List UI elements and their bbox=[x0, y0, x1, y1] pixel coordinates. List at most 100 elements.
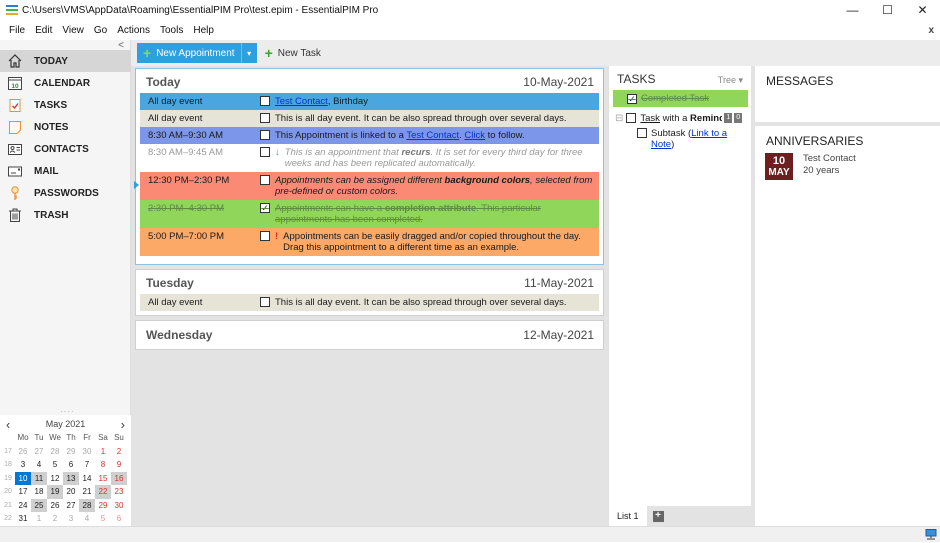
sidebar-item-passwords[interactable]: PASSWORDS bbox=[0, 182, 131, 204]
calendar-day[interactable]: 14 bbox=[79, 472, 95, 486]
calendar-day[interactable]: 2 bbox=[47, 512, 63, 526]
network-sync-icon[interactable] bbox=[925, 529, 937, 540]
menu-help[interactable]: Help bbox=[188, 25, 219, 36]
task-item-completed[interactable]: ✓ Completed Task bbox=[613, 90, 748, 107]
sidebar-item-notes[interactable]: NOTES bbox=[0, 116, 131, 138]
event-row[interactable]: 12:30 PM–2:30 PM Appointments can be ass… bbox=[140, 172, 599, 200]
menu-tools[interactable]: Tools bbox=[155, 25, 188, 36]
new-appointment-button[interactable]: + New Appointment ▾ bbox=[137, 43, 257, 63]
calendar-day[interactable]: 25 bbox=[31, 498, 47, 512]
sidebar-item-calendar[interactable]: 10 CALENDAR bbox=[0, 72, 131, 94]
event-checkbox-checked[interactable]: ✓ bbox=[260, 203, 270, 213]
calendar-day[interactable]: 17 bbox=[15, 485, 31, 499]
calendar-day[interactable]: 26 bbox=[15, 445, 31, 459]
calendar-day[interactable]: 5 bbox=[47, 458, 63, 472]
menu-view[interactable]: View bbox=[57, 25, 89, 36]
calendar-day[interactable]: 11 bbox=[31, 471, 47, 485]
calendar-day[interactable]: 4 bbox=[31, 458, 47, 472]
subtask-item[interactable]: Subtask (Link to a Note) bbox=[609, 128, 751, 150]
sidebar-item-tasks[interactable]: TASKS bbox=[0, 94, 131, 116]
calendar-day[interactable]: 3 bbox=[63, 512, 79, 526]
calendar-day[interactable]: 28 bbox=[47, 445, 63, 459]
calendar-day[interactable]: 31 bbox=[15, 512, 31, 526]
calendar-day[interactable]: 28 bbox=[79, 498, 95, 512]
calendar-day[interactable]: 4 bbox=[79, 512, 95, 526]
calendar-day[interactable]: 6 bbox=[63, 458, 79, 472]
event-checkbox[interactable] bbox=[260, 175, 270, 185]
calendar-day[interactable]: 23 bbox=[111, 485, 127, 499]
sidebar-item-mail[interactable]: MAIL bbox=[0, 160, 131, 182]
calendar-day[interactable]: 30 bbox=[111, 499, 127, 513]
event-row[interactable]: 8:30 AM–9:45 AM ↓ This is an appointment … bbox=[140, 144, 599, 172]
close-document-button[interactable]: x bbox=[928, 25, 934, 36]
calendar-day[interactable]: 20 bbox=[63, 485, 79, 499]
follow-link[interactable]: Click bbox=[464, 130, 485, 141]
calendar-day[interactable]: 29 bbox=[95, 499, 111, 513]
contact-link[interactable]: Test Contact bbox=[275, 96, 328, 107]
maximize-button[interactable]: ☐ bbox=[870, 0, 905, 20]
add-list-button[interactable]: + bbox=[652, 510, 664, 522]
new-task-button[interactable]: + New Task bbox=[265, 45, 321, 61]
event-checkbox[interactable] bbox=[260, 147, 270, 157]
collapse-tree-icon[interactable]: ⊟ bbox=[615, 113, 623, 124]
calendar-day[interactable]: 24 bbox=[15, 499, 31, 513]
calendar-day[interactable]: 12 bbox=[47, 472, 63, 486]
event-row[interactable]: All day event Test Contact, Birthday bbox=[140, 93, 599, 110]
calendar-day[interactable]: 1 bbox=[95, 445, 111, 459]
calendar-day[interactable]: 21 bbox=[79, 485, 95, 499]
menu-actions[interactable]: Actions bbox=[112, 25, 155, 36]
task-item[interactable]: ⊟ Task with a Remind 1 0 bbox=[609, 111, 751, 125]
calendar-day[interactable]: 27 bbox=[31, 445, 47, 459]
calendar-day[interactable]: 6 bbox=[111, 512, 127, 526]
calendar-day[interactable]: 7 bbox=[79, 458, 95, 472]
close-button[interactable]: ✕ bbox=[905, 0, 940, 20]
task-checkbox-checked[interactable]: ✓ bbox=[627, 93, 637, 104]
calendar-day[interactable]: 5 bbox=[95, 512, 111, 526]
calendar-day[interactable]: 9 bbox=[111, 458, 127, 472]
event-row[interactable]: 2:30 PM–4:30 PM ✓ Appointments can have a… bbox=[140, 200, 599, 228]
calendar-day[interactable]: 3 bbox=[15, 458, 31, 472]
tab-list-1[interactable]: List 1 bbox=[609, 506, 647, 526]
calendar-day[interactable]: 19 bbox=[47, 485, 63, 499]
month-label[interactable]: May 2021 bbox=[46, 419, 86, 429]
calendar-day[interactable]: 27 bbox=[63, 499, 79, 513]
calendar-day[interactable]: 8 bbox=[95, 458, 111, 472]
event-checkbox[interactable] bbox=[260, 130, 270, 140]
contact-link[interactable]: Test Contact bbox=[406, 130, 459, 141]
calendar-day-selected[interactable]: 10 bbox=[15, 471, 31, 485]
menu-edit[interactable]: Edit bbox=[30, 25, 57, 36]
calendar-day[interactable]: 22 bbox=[95, 485, 111, 499]
menu-file[interactable]: File bbox=[4, 25, 30, 36]
new-appointment-dropdown[interactable]: ▾ bbox=[240, 43, 257, 63]
task-checkbox[interactable] bbox=[626, 113, 637, 123]
calendar-day[interactable]: 26 bbox=[47, 499, 63, 513]
calendar-day[interactable]: 30 bbox=[79, 445, 95, 459]
event-checkbox[interactable] bbox=[260, 297, 270, 307]
event-row[interactable]: 8:30 AM–9:30 AM This Appointment is link… bbox=[140, 127, 599, 144]
calendar-day[interactable]: 15 bbox=[95, 472, 111, 486]
next-month-button[interactable]: › bbox=[121, 417, 125, 432]
minimize-button[interactable]: — bbox=[835, 0, 870, 20]
event-row[interactable]: All day event This is all day event. It … bbox=[140, 294, 599, 311]
event-checkbox[interactable] bbox=[260, 231, 270, 241]
event-checkbox[interactable] bbox=[260, 96, 270, 106]
calendar-day[interactable]: 18 bbox=[31, 485, 47, 499]
calendar-day[interactable]: 13 bbox=[63, 471, 79, 485]
sidebar-item-trash[interactable]: TRASH bbox=[0, 204, 131, 226]
prev-month-button[interactable]: ‹ bbox=[6, 417, 10, 432]
event-checkbox[interactable] bbox=[260, 113, 270, 123]
sidebar-item-today[interactable]: TODAY bbox=[0, 50, 131, 72]
event-row[interactable]: 5:00 PM–7:00 PM ! Appointments can be eas… bbox=[140, 228, 599, 256]
menu-go[interactable]: Go bbox=[89, 25, 112, 36]
calendar-day[interactable]: 29 bbox=[63, 445, 79, 459]
calendar-day[interactable]: 2 bbox=[111, 445, 127, 459]
event-row[interactable]: All day event This is all day event. It … bbox=[140, 110, 599, 127]
tasks-view-dropdown[interactable]: Tree ▾ bbox=[718, 75, 743, 86]
calendar-day[interactable]: 1 bbox=[31, 512, 47, 526]
task-checkbox[interactable] bbox=[637, 128, 647, 138]
anniversary-item[interactable]: 10 MAY Test Contact 20 years bbox=[765, 153, 940, 180]
task-label: Task with a Remind bbox=[640, 112, 723, 124]
event-text: Appointments can be assigned different b… bbox=[275, 175, 593, 197]
sidebar-item-contacts[interactable]: CONTACTS bbox=[0, 138, 131, 160]
calendar-day[interactable]: 16 bbox=[111, 471, 127, 485]
